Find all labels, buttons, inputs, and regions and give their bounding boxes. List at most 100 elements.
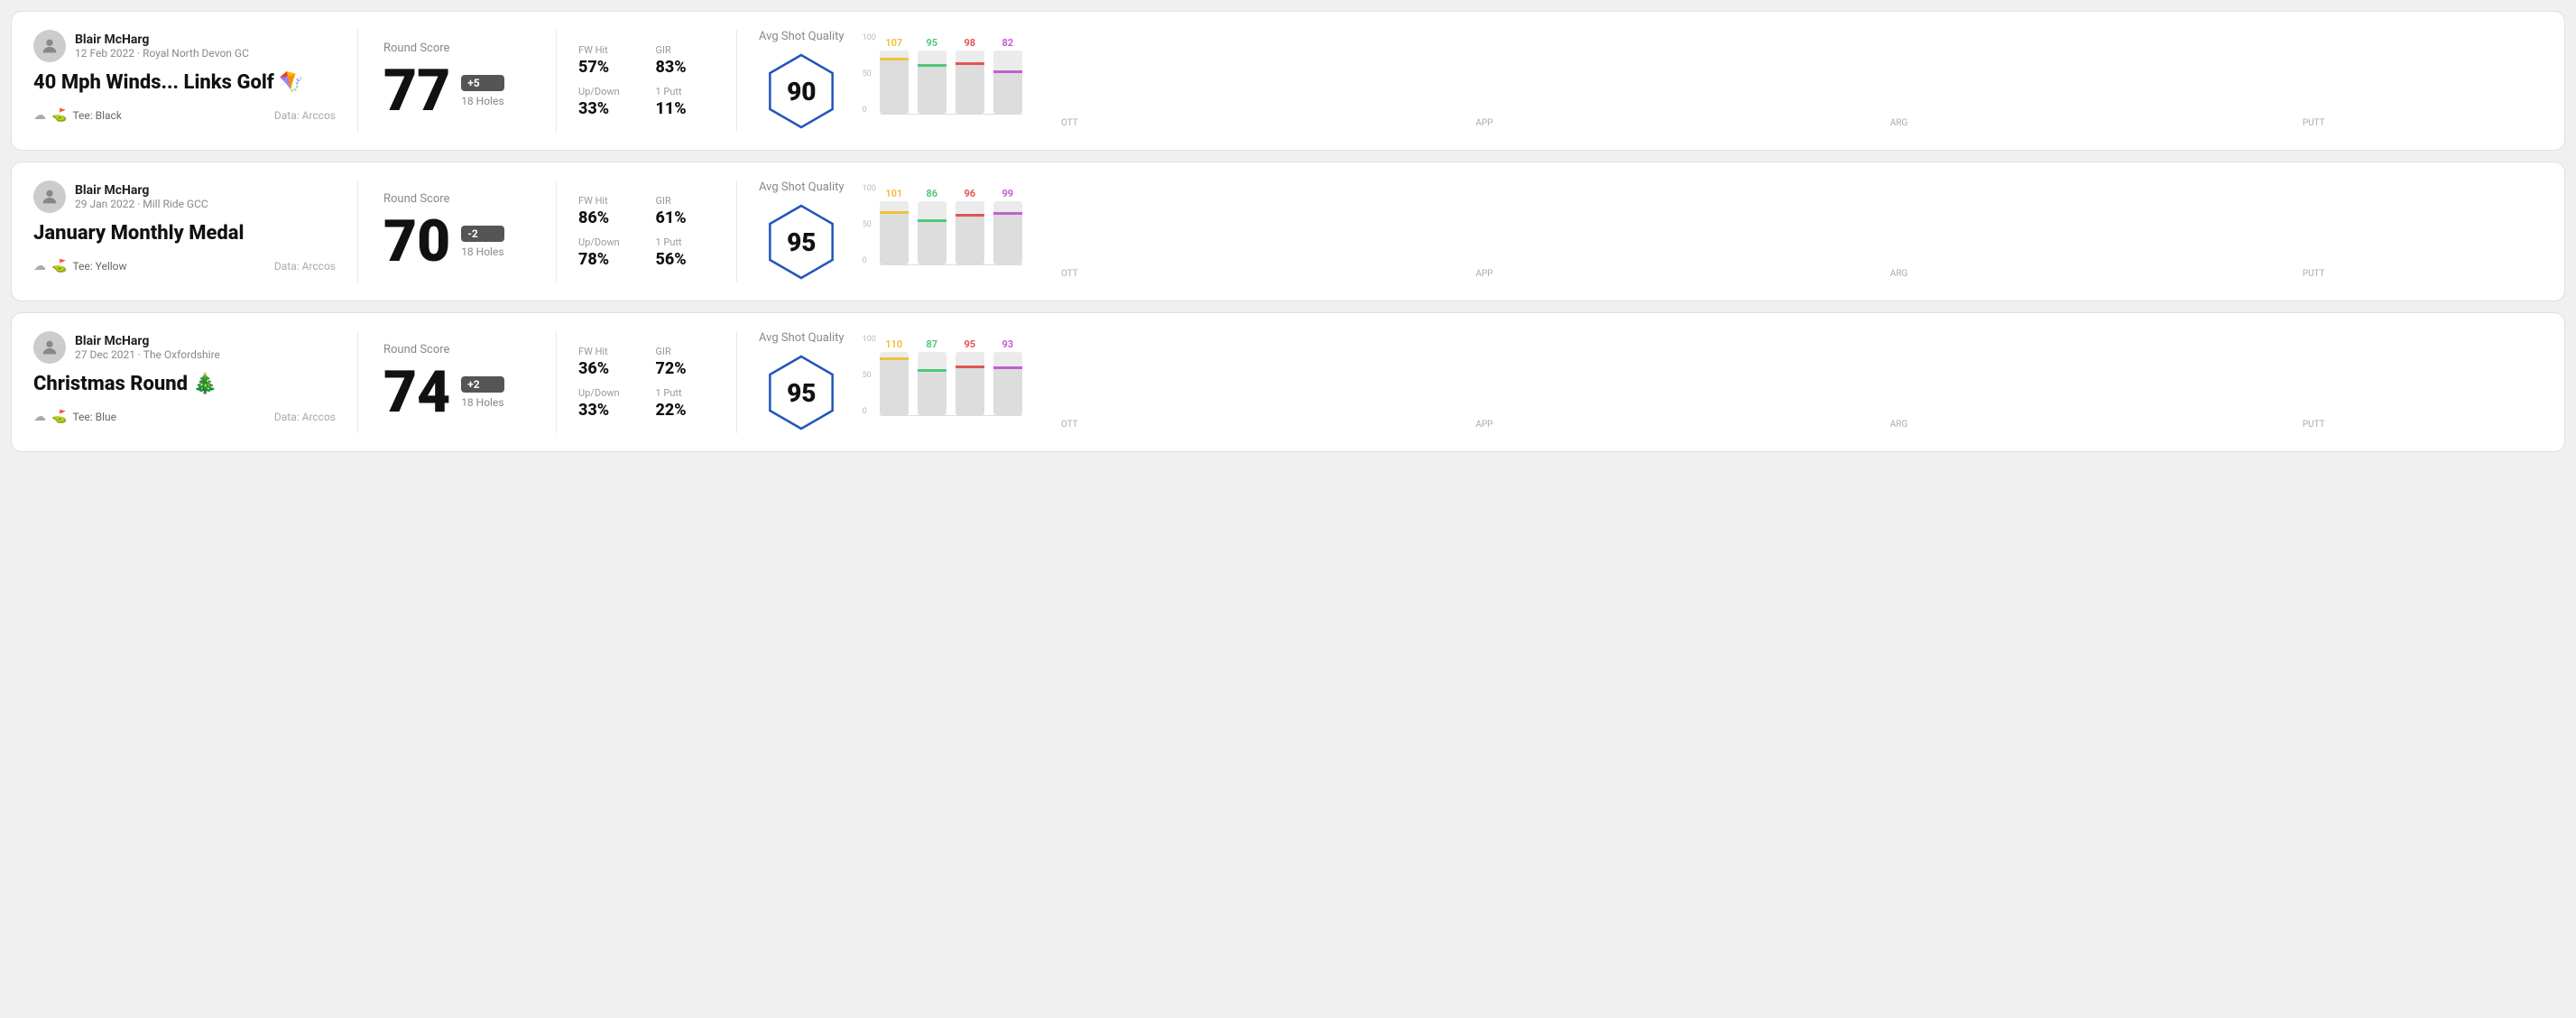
tee-info: ☁ ⛳ Tee: Blue bbox=[33, 410, 116, 424]
user-row: Blair McHarg 12 Feb 2022 · Royal North D… bbox=[33, 30, 336, 62]
score-number: 70 bbox=[383, 213, 450, 271]
bar-col-arg: 98 bbox=[956, 37, 984, 114]
score-row: 77 +5 18 Holes bbox=[383, 62, 531, 120]
quality-label: Avg Shot Quality bbox=[759, 30, 845, 43]
round-score-label: Round Score bbox=[383, 42, 531, 55]
gir-value: 72% bbox=[656, 359, 716, 378]
up-down-label: Up/Down bbox=[578, 236, 638, 248]
hex-score: 95 bbox=[787, 378, 816, 408]
hex-score: 90 bbox=[787, 77, 816, 106]
bar-col-app: 86 bbox=[918, 188, 946, 264]
user-info: Blair McHarg 12 Feb 2022 · Royal North D… bbox=[75, 32, 249, 60]
quality-section: Avg Shot Quality 95 100 50 0 110 bbox=[737, 331, 2543, 433]
user-name: Blair McHarg bbox=[75, 32, 249, 47]
round-card: Blair McHarg 29 Jan 2022 · Mill Ride GCC… bbox=[11, 162, 2565, 301]
score-number: 74 bbox=[383, 364, 450, 421]
gir-stat: GIR 83% bbox=[656, 44, 716, 77]
stats-grid: FW Hit 86% GIR 61% Up/Down 78% 1 Putt 56… bbox=[578, 195, 715, 269]
person-icon bbox=[40, 338, 60, 357]
avatar bbox=[33, 30, 66, 62]
weather-icon: ☁ bbox=[33, 108, 46, 123]
card-footer: ☁ ⛳ Tee: Black Data: Arccos bbox=[33, 108, 336, 123]
weather-icon: ☁ bbox=[33, 410, 46, 424]
up-down-value: 33% bbox=[578, 401, 638, 420]
quality-section: Avg Shot Quality 95 100 50 0 101 bbox=[737, 180, 2543, 282]
quality-label: Avg Shot Quality bbox=[759, 331, 845, 345]
card-info: Blair McHarg 27 Dec 2021 · The Oxfordshi… bbox=[33, 331, 358, 433]
one-putt-stat: 1 Putt 11% bbox=[656, 86, 716, 118]
golf-icon: ⛳ bbox=[51, 108, 67, 123]
score-section: Round Score 70 -2 18 Holes bbox=[358, 180, 557, 282]
card-info: Blair McHarg 29 Jan 2022 · Mill Ride GCC… bbox=[33, 180, 358, 282]
round-score-label: Round Score bbox=[383, 343, 531, 356]
up-down-stat: Up/Down 78% bbox=[578, 236, 638, 269]
fw-hit-label: FW Hit bbox=[578, 44, 638, 56]
score-section: Round Score 77 +5 18 Holes bbox=[358, 30, 557, 132]
round-title: 40 Mph Winds... Links Golf 🪁 bbox=[33, 71, 336, 94]
fw-hit-stat: FW Hit 86% bbox=[578, 195, 638, 227]
one-putt-value: 56% bbox=[656, 250, 716, 269]
up-down-value: 33% bbox=[578, 99, 638, 118]
round-title: January Monthly Medal bbox=[33, 222, 336, 245]
gir-value: 83% bbox=[656, 58, 716, 77]
score-row: 74 +2 18 Holes bbox=[383, 364, 531, 421]
golf-icon: ⛳ bbox=[51, 410, 67, 424]
bar-chart: 100 50 0 101 86 bbox=[863, 184, 2521, 279]
bar-col-putt: 93 bbox=[993, 338, 1022, 415]
round-card: Blair McHarg 12 Feb 2022 · Royal North D… bbox=[11, 11, 2565, 151]
hex-score: 95 bbox=[787, 227, 816, 257]
up-down-label: Up/Down bbox=[578, 387, 638, 399]
up-down-label: Up/Down bbox=[578, 86, 638, 97]
score-section: Round Score 74 +2 18 Holes bbox=[358, 331, 557, 433]
one-putt-stat: 1 Putt 22% bbox=[656, 387, 716, 420]
stats-section: FW Hit 36% GIR 72% Up/Down 33% 1 Putt 22… bbox=[557, 331, 737, 433]
round-title: Christmas Round 🎄 bbox=[33, 373, 336, 395]
quality-left: Avg Shot Quality 95 bbox=[759, 180, 845, 282]
one-putt-value: 22% bbox=[656, 401, 716, 420]
bar-col-ott: 110 bbox=[880, 338, 909, 415]
weather-icon: ☁ bbox=[33, 259, 46, 273]
hexagon-container: 95 bbox=[761, 201, 842, 282]
quality-left: Avg Shot Quality 95 bbox=[759, 331, 845, 433]
fw-hit-label: FW Hit bbox=[578, 195, 638, 207]
tee-label: Tee: Black bbox=[72, 109, 121, 122]
fw-hit-label: FW Hit bbox=[578, 346, 638, 357]
up-down-stat: Up/Down 33% bbox=[578, 86, 638, 118]
fw-hit-value: 57% bbox=[578, 58, 638, 77]
fw-hit-value: 86% bbox=[578, 208, 638, 227]
one-putt-stat: 1 Putt 56% bbox=[656, 236, 716, 269]
bar-col-ott: 101 bbox=[880, 188, 909, 264]
tee-label: Tee: Yellow bbox=[72, 260, 126, 273]
bar-col-app: 95 bbox=[918, 37, 946, 114]
gir-label: GIR bbox=[656, 346, 716, 357]
gir-label: GIR bbox=[656, 195, 716, 207]
round-score-label: Round Score bbox=[383, 192, 531, 206]
stats-section: FW Hit 86% GIR 61% Up/Down 78% 1 Putt 56… bbox=[557, 180, 737, 282]
bar-col-arg: 95 bbox=[956, 338, 984, 415]
quality-section: Avg Shot Quality 90 100 50 0 107 bbox=[737, 30, 2543, 132]
holes-label: 18 Holes bbox=[461, 396, 503, 409]
bar-chart: 100 50 0 107 95 bbox=[863, 33, 2521, 128]
score-meta: -2 18 Holes bbox=[461, 226, 503, 258]
score-diff-badge: +2 bbox=[461, 376, 503, 393]
person-icon bbox=[40, 36, 60, 56]
one-putt-label: 1 Putt bbox=[656, 387, 716, 399]
score-number: 77 bbox=[383, 62, 450, 120]
avatar bbox=[33, 331, 66, 364]
one-putt-label: 1 Putt bbox=[656, 86, 716, 97]
user-info: Blair McHarg 27 Dec 2021 · The Oxfordshi… bbox=[75, 334, 220, 361]
gir-stat: GIR 61% bbox=[656, 195, 716, 227]
score-meta: +2 18 Holes bbox=[461, 376, 503, 409]
card-info: Blair McHarg 12 Feb 2022 · Royal North D… bbox=[33, 30, 358, 132]
user-date: 27 Dec 2021 · The Oxfordshire bbox=[75, 348, 220, 361]
gir-stat: GIR 72% bbox=[656, 346, 716, 378]
bar-col-app: 87 bbox=[918, 338, 946, 415]
tee-info: ☁ ⛳ Tee: Black bbox=[33, 108, 122, 123]
up-down-value: 78% bbox=[578, 250, 638, 269]
quality-label: Avg Shot Quality bbox=[759, 180, 845, 194]
data-source: Data: Arccos bbox=[274, 260, 336, 273]
data-source: Data: Arccos bbox=[274, 109, 336, 122]
data-source: Data: Arccos bbox=[274, 411, 336, 423]
holes-label: 18 Holes bbox=[461, 95, 503, 107]
gir-label: GIR bbox=[656, 44, 716, 56]
